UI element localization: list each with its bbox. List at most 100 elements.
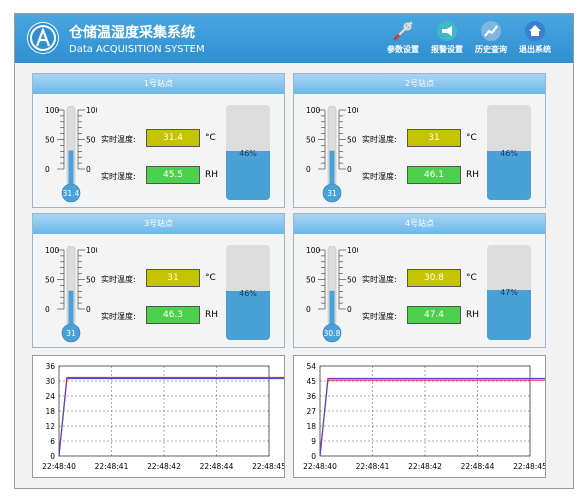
temperature-value: 31	[146, 269, 200, 287]
thermometer-bulb-label: 31	[66, 329, 76, 338]
humidity-value: 46.3	[146, 306, 200, 324]
y-tick-label: 0	[311, 452, 316, 461]
home-icon	[524, 20, 546, 42]
tank-fill	[226, 150, 270, 200]
main-window: 仓储温湿度采集系统 Data ACQUISITION SYSTEM 参数设置 报…	[14, 13, 574, 489]
humidity-label: 实时湿度:	[101, 172, 136, 181]
scale-label: 100	[347, 246, 358, 255]
temperature-unit: °C	[205, 273, 216, 283]
scale-label: 100	[306, 106, 321, 115]
param-settings-label: 参数设置	[387, 45, 419, 54]
tank-fill	[487, 150, 531, 200]
x-tick-label: 22:48:41	[95, 462, 129, 471]
tank-fill	[487, 289, 531, 340]
y-tick-label: 12	[45, 422, 55, 431]
y-tick-label: 0	[50, 452, 55, 461]
series-line	[319, 377, 545, 457]
humidity-value: 47.4	[407, 306, 461, 324]
temperature-value: 30.8	[407, 269, 461, 287]
alarm-settings-label: 报警设置	[431, 45, 463, 54]
x-tick-label: 22:48:44	[461, 462, 495, 471]
scale-label: 0	[86, 305, 91, 314]
thermometer: 100 100 50 50 0 0 31	[306, 105, 362, 206]
humidity-tank: 46%	[487, 105, 531, 200]
tank-fill	[226, 290, 270, 340]
wrench-screwdriver-icon	[392, 20, 414, 42]
thermometer-graphic: 100 100 50 50 0 0 31	[306, 105, 362, 203]
scale-label: 0	[86, 165, 91, 174]
line-chart-icon	[480, 20, 502, 42]
scale-label: 50	[306, 136, 316, 145]
thermometer-graphic: 100 100 50 50 0 0 30.8	[306, 245, 362, 343]
x-tick-label: 22:48:44	[200, 462, 234, 471]
temperature-label: 实时温度:	[101, 275, 136, 284]
humidity-unit: RH	[466, 170, 480, 180]
humidity-tank: 46%	[226, 245, 270, 340]
scale-label: 0	[45, 305, 50, 314]
temperature-label: 实时温度:	[362, 135, 397, 144]
scale-label: 50	[347, 276, 357, 285]
y-tick-label: 36	[306, 392, 316, 401]
scale-label: 100	[45, 246, 60, 255]
thermometer-bulb-label: 31.4	[63, 189, 80, 198]
station-title: 4号站点	[294, 214, 545, 234]
y-tick-label: 54	[306, 362, 316, 371]
y-tick-label: 30	[45, 377, 55, 386]
thermometer-graphic: 100 100 50 50 0 0 31	[45, 245, 101, 343]
humidity-unit: RH	[466, 310, 480, 320]
scale-label: 100	[86, 106, 97, 115]
exit-system-label: 退出系统	[519, 45, 551, 54]
thermometer: 100 100 50 50 0 0 31.4	[45, 105, 101, 206]
scale-label: 100	[306, 246, 321, 255]
scale-label: 50	[306, 276, 316, 285]
station-title: 3号站点	[33, 214, 284, 234]
humidity-value: 45.5	[146, 166, 200, 184]
app-subtitle: Data ACQUISITION SYSTEM	[69, 44, 205, 55]
humidity-tank: 47%	[487, 245, 531, 340]
humidity-label: 实时湿度:	[362, 172, 397, 181]
alarm-settings-button[interactable]: 报警设置	[427, 20, 467, 60]
history-query-label: 历史查询	[475, 45, 507, 54]
series-line	[319, 379, 545, 457]
humidity-unit: RH	[205, 310, 219, 320]
chart-svg: 0 6 12 18 24 30 36 22:48:40 22:48:41 22:48:42 22:4…	[42, 362, 284, 471]
y-tick-label: 36	[45, 362, 55, 371]
temperature-value: 31.4	[146, 129, 200, 147]
x-tick-label: 22:48:40	[303, 462, 337, 471]
temperature-label: 实时温度:	[362, 275, 397, 284]
thermometer-bulb-label: 30.8	[324, 329, 341, 338]
tank-percent: 46%	[239, 288, 257, 298]
y-tick-label: 24	[45, 392, 55, 401]
trend-chart-1: 0 6 12 18 24 30 36 22:48:40 22:48:41 22:48:42 22:4…	[32, 355, 285, 478]
scale-label: 50	[86, 136, 96, 145]
history-query-button[interactable]: 历史查询	[471, 20, 511, 60]
exit-system-button[interactable]: 退出系统	[515, 20, 555, 60]
scale-label: 100	[86, 246, 97, 255]
x-tick-label: 22:48:45	[252, 462, 284, 471]
scale-label: 50	[45, 276, 55, 285]
humidity-label: 实时湿度:	[101, 312, 136, 321]
megaphone-icon	[436, 20, 458, 42]
scale-label: 50	[347, 136, 357, 145]
scale-label: 100	[347, 106, 358, 115]
y-tick-label: 6	[50, 437, 55, 446]
scale-label: 0	[347, 165, 352, 174]
x-tick-label: 22:48:45	[513, 462, 545, 471]
scale-label: 0	[347, 305, 352, 314]
scale-label: 0	[306, 165, 311, 174]
tank-percent: 46%	[239, 148, 257, 158]
title-bar: 仓储温湿度采集系统 Data ACQUISITION SYSTEM 参数设置 报…	[15, 14, 573, 63]
x-tick-label: 22:48:42	[147, 462, 181, 471]
station-title: 1号站点	[33, 74, 284, 94]
y-tick-label: 18	[45, 407, 55, 416]
param-settings-button[interactable]: 参数设置	[383, 20, 423, 60]
app-title: 仓储温湿度采集系统	[69, 25, 195, 41]
chart-svg: 0 9 18 27 36 45 54 22:48:40 22:48:41 22:48:42 22:4…	[303, 362, 545, 471]
scale-label: 50	[45, 136, 55, 145]
series-line	[58, 377, 284, 457]
temperature-label: 实时温度:	[101, 135, 136, 144]
station-panel-1: 1号站点 100 100 50 50 0 0 31.4 实时温度: 31.4 °C 实时湿度…	[32, 73, 285, 208]
temperature-unit: °C	[205, 133, 216, 143]
tank-percent: 47%	[500, 287, 518, 297]
humidity-tank: 46%	[226, 105, 270, 200]
